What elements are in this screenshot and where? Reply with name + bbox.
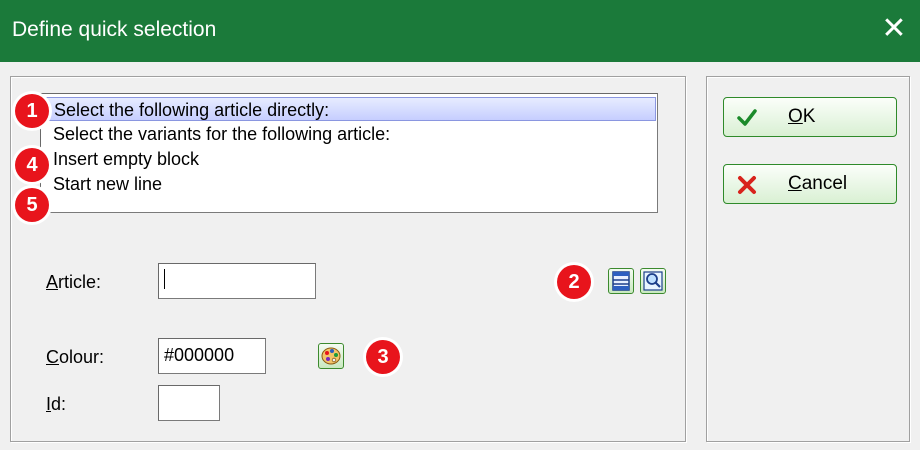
- article-label: Article:: [46, 272, 101, 293]
- colour-label-accel: C: [46, 347, 59, 367]
- list-item-start-new-line[interactable]: Start new line: [53, 172, 162, 196]
- list-item-insert-empty-block[interactable]: Insert empty block: [53, 147, 199, 171]
- article-label-accel: A: [46, 272, 59, 292]
- window-title: Define quick selection: [12, 18, 217, 41]
- search-icon: [643, 271, 663, 291]
- article-list-button[interactable]: [608, 268, 634, 294]
- id-label-rest: d:: [51, 394, 67, 414]
- article-input[interactable]: [158, 263, 316, 299]
- colour-label: Colour:: [46, 347, 104, 368]
- cancel-rest: ancel: [801, 173, 848, 194]
- id-input[interactable]: [158, 385, 220, 421]
- ok-button-label: OK: [788, 98, 815, 136]
- cancel-button-label: Cancel: [788, 165, 847, 203]
- list-icon: [612, 271, 630, 291]
- marker-4: 4: [15, 148, 49, 182]
- marker-1: 1: [15, 94, 49, 128]
- cancel-accel: C: [788, 173, 802, 194]
- selection-type-list[interactable]: Select the following article directly: S…: [40, 93, 658, 213]
- title-bar: Define quick selection ✕: [0, 0, 920, 62]
- text-caret: [164, 269, 165, 290]
- colour-picker-button[interactable]: [318, 343, 344, 369]
- marker-3: 3: [366, 340, 400, 374]
- palette-icon: [321, 347, 341, 365]
- list-item-select-variants[interactable]: Select the variants for the following ar…: [53, 122, 390, 146]
- colour-label-rest: olour:: [59, 347, 105, 367]
- list-item-select-article[interactable]: Select the following article directly:: [42, 97, 656, 121]
- ok-button[interactable]: OK: [723, 97, 897, 137]
- ok-rest: K: [802, 106, 816, 127]
- ok-accel: O: [788, 106, 803, 127]
- id-label: Id:: [46, 394, 66, 415]
- article-label-rest: rticle:: [58, 272, 102, 292]
- cancel-button[interactable]: Cancel: [723, 164, 897, 204]
- colour-input[interactable]: #000000: [158, 338, 266, 374]
- marker-5: 5: [15, 188, 49, 222]
- article-search-button[interactable]: [640, 268, 666, 294]
- close-button[interactable]: ✕: [878, 14, 910, 46]
- checkmark-icon: [737, 109, 757, 126]
- cross-icon: [738, 176, 756, 194]
- marker-2: 2: [557, 265, 591, 299]
